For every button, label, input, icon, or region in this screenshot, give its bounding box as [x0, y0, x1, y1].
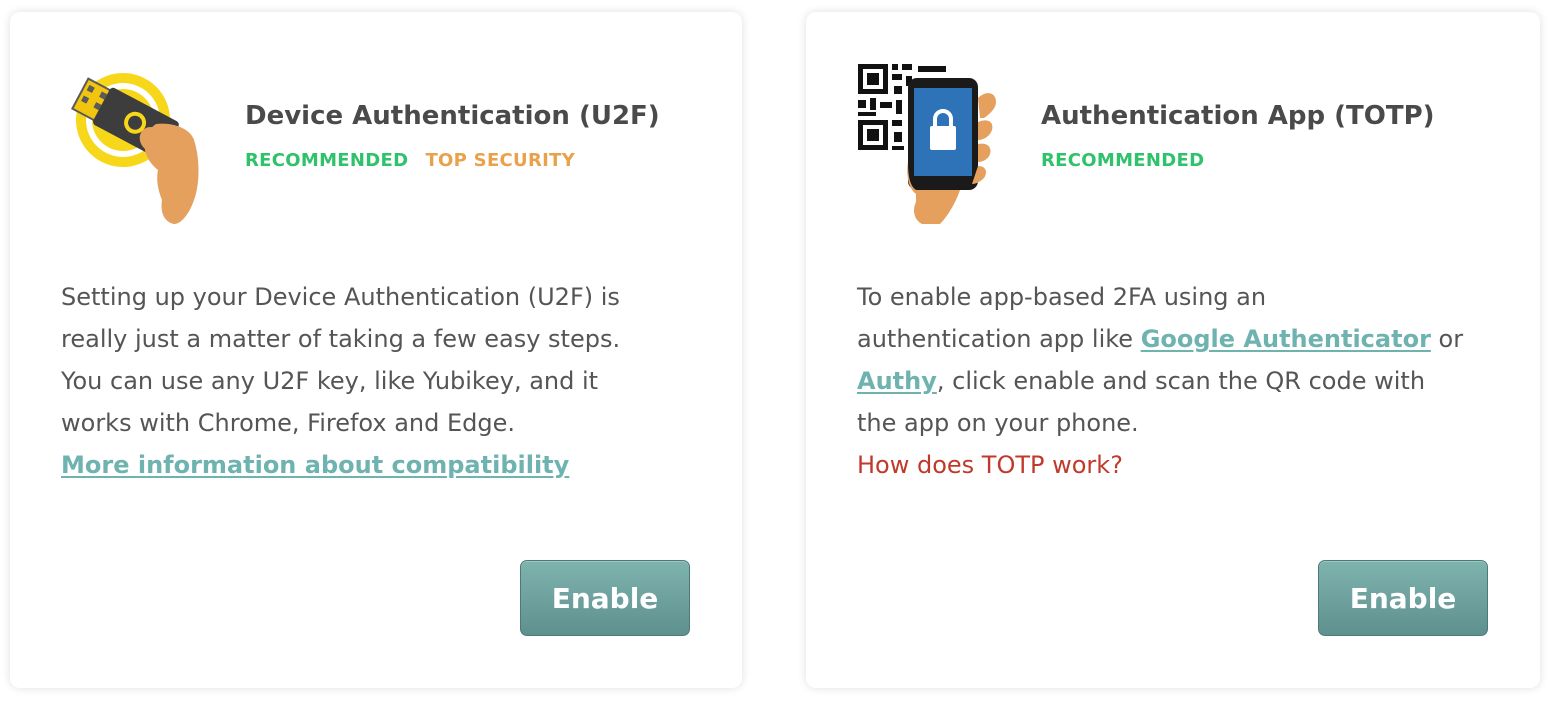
u2f-description-line: really just a matter of taking a few eas… — [61, 325, 621, 353]
recommended-badge: RECOMMENDED — [1041, 150, 1205, 171]
u2f-card: Device Authentication (U2F) RECOMMENDED … — [10, 12, 742, 688]
google-authenticator-link[interactable]: Google Authenticator — [1141, 325, 1431, 353]
usb-key-hand-icon — [70, 73, 199, 224]
totp-description-text: To enable app-based 2FA using an — [857, 283, 1267, 311]
totp-description-text: , click enable and scan the QR code with — [936, 367, 1426, 395]
totp-card: Authentication App (TOTP) RECOMMENDED To… — [806, 12, 1540, 688]
totp-title: Authentication App (TOTP) — [1041, 101, 1435, 131]
u2f-description-line: You can use any U2F key, like Yubikey, a… — [61, 367, 599, 395]
how-totp-works-link[interactable]: How does TOTP work? — [857, 444, 1490, 486]
recommended-badge: RECOMMENDED — [245, 150, 409, 171]
enable-totp-button[interactable]: Enable — [1318, 560, 1488, 636]
totp-description: To enable app-based 2FA using an authent… — [857, 276, 1490, 486]
u2f-description: Setting up your Device Authentication (U… — [61, 276, 692, 486]
compatibility-info-link[interactable]: More information about compatibility — [61, 451, 569, 479]
top-security-badge: TOP SECURITY — [425, 150, 576, 171]
totp-description-text: authentication app like — [857, 325, 1141, 353]
authy-link[interactable]: Authy — [857, 367, 937, 395]
totp-description-text: or — [1430, 325, 1464, 353]
enable-u2f-button[interactable]: Enable — [520, 560, 690, 636]
totp-badges: RECOMMENDED — [1041, 150, 1216, 171]
u2f-title: Device Authentication (U2F) — [245, 101, 660, 131]
u2f-description-line: works with Chrome, Firefox and Edge. — [61, 409, 516, 437]
u2f-badges: RECOMMENDED TOP SECURITY — [245, 150, 587, 171]
u2f-description-line: Setting up your Device Authentication (U… — [61, 283, 620, 311]
qr-phone-lock-icon — [858, 64, 996, 224]
totp-description-text: the app on your phone. — [857, 409, 1139, 437]
